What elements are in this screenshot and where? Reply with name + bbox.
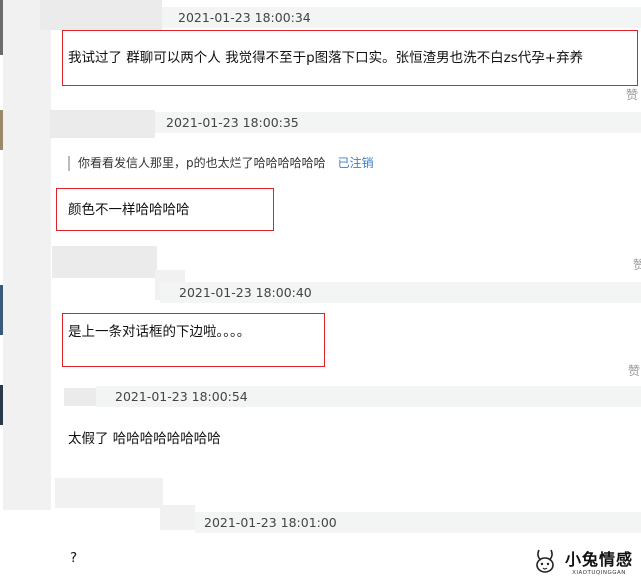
message-timestamp: 2021-01-23 18:00:34 <box>178 10 311 25</box>
redacted-name-5 <box>55 478 163 508</box>
redacted-left-column <box>3 0 51 510</box>
edge-strip <box>0 110 3 150</box>
quoted-text: 你看看发信人那里，p的也太烂了哈哈哈哈哈哈 <box>78 156 326 170</box>
redacted-name-3 <box>52 246 157 278</box>
message-text: 是上一条对话框的下边啦。。。。 <box>68 324 251 340</box>
message-text: ? <box>70 550 78 566</box>
message-text: 太假了 哈哈哈哈哈哈哈哈 <box>68 431 221 447</box>
message-timestamp: 2021-01-23 18:00:54 <box>115 389 248 404</box>
like-button[interactable]: 赞 <box>626 86 638 103</box>
message-text: 我试过了 群聊可以两个人 我觉得不至于p图落下口实。张恒渣男也洗不白zs代孕+弃… <box>68 50 584 66</box>
message-text: 颜色不一样哈哈哈哈 <box>68 202 190 218</box>
timestamp-bar: 2021-01-23 18:00:54 <box>96 386 641 407</box>
redacted-name-4 <box>64 388 96 406</box>
redacted-name-5b <box>160 505 195 530</box>
edge-strip <box>0 385 3 425</box>
redacted-name-1 <box>40 0 162 30</box>
edge-strip <box>0 285 3 335</box>
quoted-user-link[interactable]: 已注销 <box>338 156 374 170</box>
watermark-sub: XIAOTUQINGGAN <box>572 570 626 576</box>
like-button[interactable]: 赞 <box>633 256 641 273</box>
timestamp-bar: 2021-01-23 18:00:40 <box>160 282 641 303</box>
quoted-message: 你看看发信人那里，p的也太烂了哈哈哈哈哈哈 已注销 <box>68 156 374 171</box>
message-timestamp: 2021-01-23 18:00:40 <box>179 285 312 300</box>
message-timestamp: 2021-01-23 18:00:35 <box>166 115 299 130</box>
like-button[interactable]: 赞 <box>628 362 640 379</box>
watermark-name: 小兔情感 <box>564 550 633 569</box>
edge-strip <box>0 0 3 55</box>
redacted-name-2 <box>50 110 155 138</box>
message-timestamp: 2021-01-23 18:01:00 <box>204 515 337 530</box>
rabbit-icon <box>536 549 554 573</box>
timestamp-bar: 2021-01-23 18:01:00 <box>195 512 641 533</box>
timestamp-bar: 2021-01-23 18:00:34 <box>162 7 641 28</box>
timestamp-bar: 2021-01-23 18:00:35 <box>155 112 641 133</box>
watermark-logo: 小兔情感 XIAOTUQINGGAN <box>531 546 633 576</box>
